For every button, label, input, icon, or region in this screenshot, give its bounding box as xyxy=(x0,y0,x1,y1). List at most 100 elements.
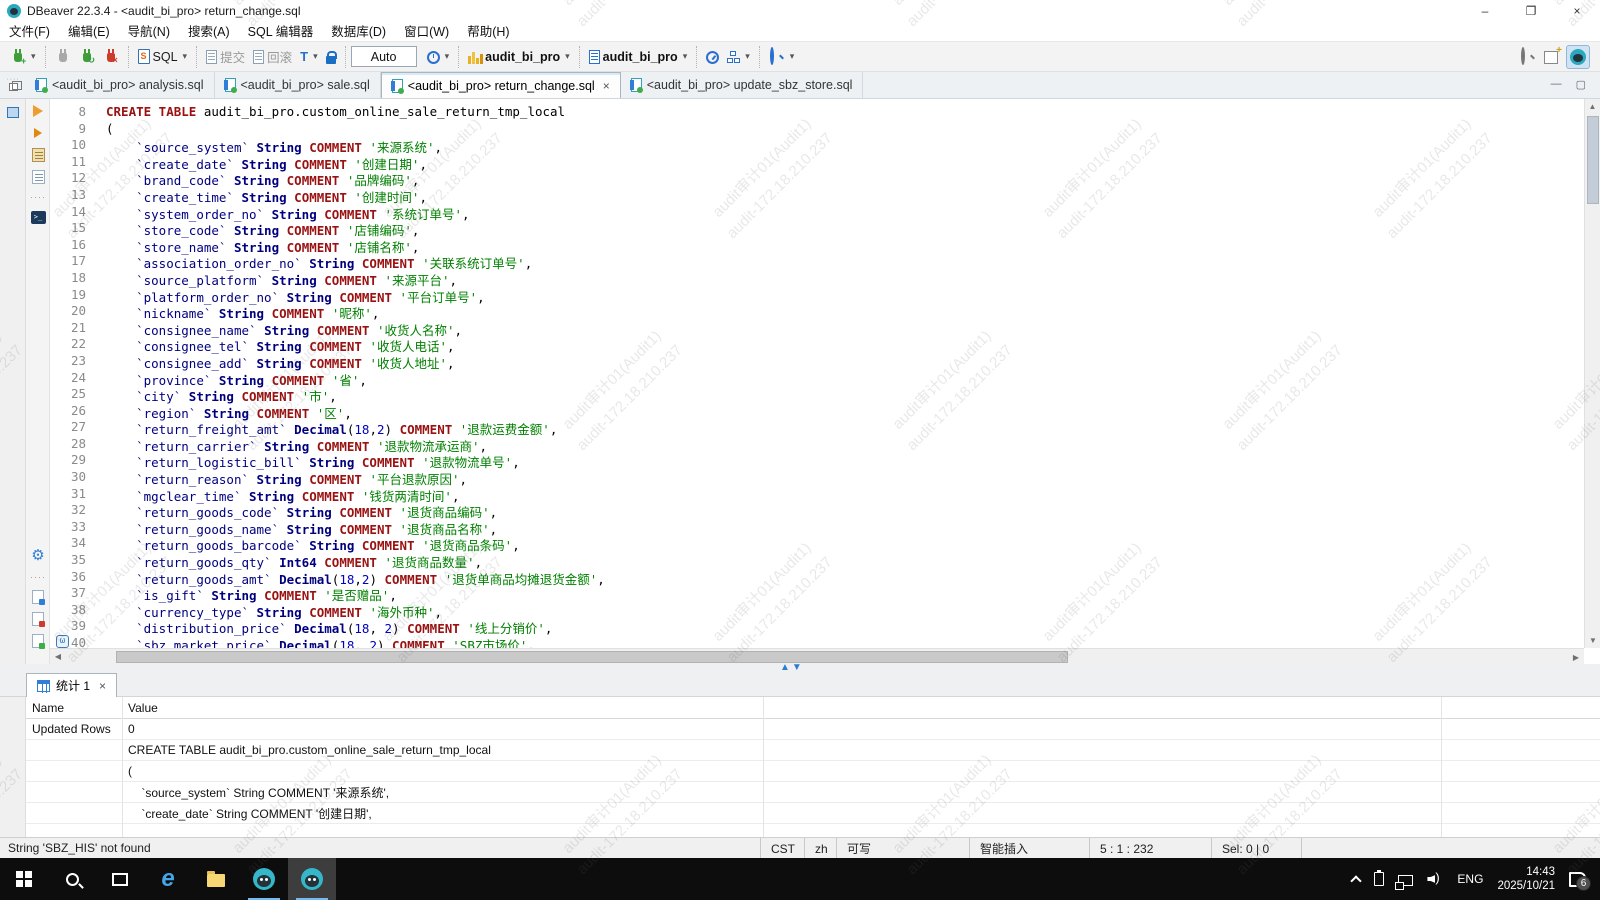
status-item[interactable]: 可写 xyxy=(836,838,969,859)
result-row[interactable]: CREATE TABLE audit_bi_pro.custom_online_… xyxy=(26,740,1600,761)
network-icon[interactable] xyxy=(1398,875,1413,886)
vertical-scroll-thumb[interactable] xyxy=(1587,116,1599,204)
database-select-combo[interactable]: audit_bi_pro▾ xyxy=(464,47,574,66)
open-console-button[interactable]: >_ xyxy=(30,209,46,225)
search-button[interactable]: ▾ xyxy=(765,47,799,67)
scroll-left-icon[interactable]: ◀ xyxy=(50,652,66,661)
menu-item[interactable]: 导航(N) xyxy=(119,22,179,42)
grid-line xyxy=(763,697,764,837)
code-token xyxy=(385,638,393,648)
schema-select-combo[interactable]: audit_bi_pro▾ xyxy=(585,48,692,66)
line-number: 33 xyxy=(50,519,96,536)
code-line: 23 `consignee_add` String COMMENT '收货人地址… xyxy=(50,353,1584,370)
result-row[interactable]: `source_system` String COMMENT '来源系统', xyxy=(26,782,1600,803)
horizontal-scrollbar[interactable]: ◀ ▶ xyxy=(50,648,1584,664)
dbeaver-taskbar-button[interactable] xyxy=(240,858,288,900)
execute-statement-button[interactable] xyxy=(30,103,46,119)
result-value-cell: 0 xyxy=(122,722,135,736)
save-doc-button[interactable] xyxy=(30,611,46,627)
scroll-right-icon[interactable]: ▶ xyxy=(1568,649,1584,665)
dbeaver-taskbar-button-active[interactable] xyxy=(288,858,336,900)
script-icon[interactable] xyxy=(30,147,46,163)
statistics-header-row: Name Value xyxy=(26,697,1600,719)
taskbar-search-button[interactable] xyxy=(48,858,96,900)
new-connection-button[interactable]: +▾ xyxy=(6,47,40,67)
start-button[interactable] xyxy=(0,858,48,900)
taskbar-clock[interactable]: 14:43 2025/10/21 xyxy=(1497,865,1555,893)
disconnect-button[interactable]: × xyxy=(99,47,123,67)
tray-expand-icon[interactable] xyxy=(1351,875,1362,886)
minimize-editor-icon[interactable]: — xyxy=(1551,78,1562,91)
menu-item[interactable]: SQL 编辑器 xyxy=(239,22,323,42)
status-item[interactable]: CST xyxy=(760,838,804,859)
execute-script-button[interactable] xyxy=(30,125,46,141)
horizontal-scroll-thumb[interactable] xyxy=(116,651,1068,663)
transaction-mode-button[interactable]: T▾ xyxy=(296,47,321,66)
dbeaver-perspective-button[interactable] xyxy=(1566,45,1590,69)
menu-item[interactable]: 编辑(E) xyxy=(59,22,119,42)
menu-item[interactable]: 搜索(A) xyxy=(179,22,239,42)
quick-access-search[interactable] xyxy=(1516,47,1540,67)
file-explorer-button[interactable] xyxy=(192,858,240,900)
open-perspective-button[interactable] xyxy=(1540,48,1562,66)
statement-list-icon[interactable] xyxy=(30,169,46,185)
code-editor[interactable]: 8CREATE TABLE audit_bi_pro.custom_online… xyxy=(50,99,1584,648)
load-doc-button[interactable] xyxy=(30,633,46,649)
status-item[interactable]: Sel: 0 | 0 xyxy=(1211,838,1301,859)
panel-sash[interactable]: ▲▼ xyxy=(0,664,1600,672)
commit-button[interactable]: 提交 xyxy=(202,45,249,68)
database-navigator-minimized-icon[interactable] xyxy=(7,107,19,118)
editor-tab[interactable]: <audit_bi_pro> return_change.sql× xyxy=(381,72,621,98)
statistics-tab[interactable]: 统计 1 × xyxy=(26,673,117,697)
more-dots[interactable]: ···· xyxy=(30,569,46,585)
rollback-button[interactable]: 回滚 xyxy=(249,45,296,68)
action-center-icon[interactable]: 6 xyxy=(1569,872,1586,887)
editor-settings-button[interactable]: ⚙ xyxy=(30,547,46,563)
maximize-button[interactable]: ❐ xyxy=(1508,0,1554,22)
status-item[interactable]: zh xyxy=(804,838,836,859)
vertical-scrollbar[interactable]: ▲ ▼ xyxy=(1584,99,1600,648)
result-row[interactable]: `create_date` String COMMENT '创建日期', xyxy=(26,803,1600,824)
volume-icon[interactable] xyxy=(1427,872,1443,886)
usb-device-icon[interactable] xyxy=(1374,872,1384,886)
search-circle-icon xyxy=(66,873,79,886)
close-button[interactable]: × xyxy=(1554,0,1600,22)
task-view-button[interactable] xyxy=(96,858,144,900)
tab-close-icon[interactable]: × xyxy=(603,79,610,93)
result-row[interactable]: Updated Rows0 xyxy=(26,719,1600,740)
reconnect-button[interactable]: ↻ xyxy=(75,47,99,67)
execution-plan-button[interactable]: ▾ xyxy=(723,47,754,66)
scroll-down-icon[interactable]: ▼ xyxy=(1585,633,1600,648)
editor-tab[interactable]: <audit_bi_pro> sale.sql xyxy=(215,72,381,98)
maximize-editor-icon[interactable]: ▢ xyxy=(1576,78,1586,91)
more-actions-dots[interactable]: ···· xyxy=(30,189,46,205)
column-header-value[interactable]: Value xyxy=(122,701,158,715)
editor-tab[interactable]: <audit_bi_pro> update_sbz_store.sql xyxy=(621,72,864,98)
language-indicator[interactable]: ENG xyxy=(1457,872,1483,886)
status-item[interactable]: 智能插入 xyxy=(969,838,1089,859)
statistics-tab-close-icon[interactable]: × xyxy=(99,679,106,693)
code-line: 22 `consignee_tel` String COMMENT '收货人电话… xyxy=(50,336,1584,353)
code-text: `region` String COMMENT '区', xyxy=(96,403,352,420)
connect-button[interactable] xyxy=(51,47,75,67)
menu-item[interactable]: 帮助(H) xyxy=(458,22,518,42)
minimize-button[interactable]: – xyxy=(1462,0,1508,22)
menu-item[interactable]: 数据库(D) xyxy=(322,22,395,42)
scroll-up-icon[interactable]: ▲ xyxy=(1585,99,1600,114)
transaction-lock-button[interactable] xyxy=(322,48,340,66)
code-token: '平台订单号' xyxy=(400,290,478,305)
commit-mode-combo[interactable]: Auto xyxy=(351,46,417,67)
menu-item[interactable]: 文件(F) xyxy=(0,22,59,42)
line-number: 28 xyxy=(50,436,96,453)
status-item[interactable]: 5 : 1 : 232 xyxy=(1089,838,1211,859)
dashboard-button[interactable] xyxy=(702,48,723,66)
export-doc-button[interactable] xyxy=(30,589,46,605)
editor-tab[interactable]: <audit_bi_pro> analysis.sql xyxy=(26,72,215,98)
menu-item[interactable]: 窗口(W) xyxy=(395,22,458,42)
internet-explorer-button[interactable]: e xyxy=(144,858,192,900)
transaction-log-button[interactable]: ▾ xyxy=(423,48,454,66)
result-row[interactable]: ( xyxy=(26,761,1600,782)
sql-editor-button[interactable]: SQL▾ xyxy=(134,47,192,66)
column-header-name[interactable]: Name xyxy=(26,701,122,715)
restore-view-icon[interactable] xyxy=(9,83,18,91)
